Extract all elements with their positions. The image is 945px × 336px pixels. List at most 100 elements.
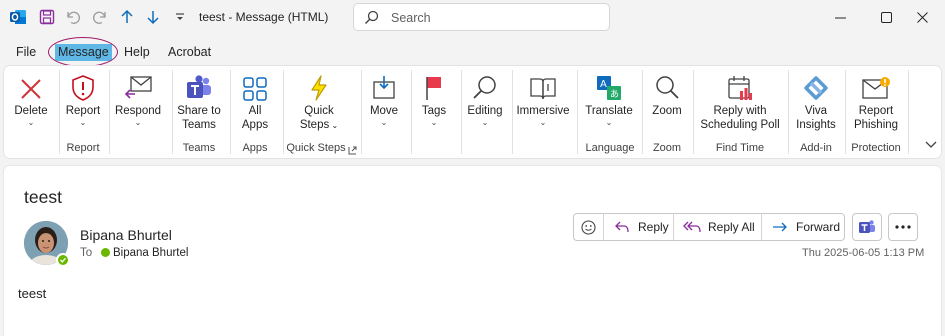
translate-button[interactable]: Aあ Translate ⌄ [584, 72, 634, 128]
report-label: Report [65, 105, 101, 117]
report-phishing-button[interactable]: Report Phishing [850, 72, 902, 132]
share-to-teams-button[interactable]: Share to Teams [174, 72, 224, 132]
share-teams-label-2: Teams [182, 119, 216, 131]
zoom-label: Zoom [652, 105, 682, 117]
editing-label: Editing [467, 105, 503, 117]
report-button[interactable]: Report ⌄ [62, 72, 104, 128]
teams-chat-button[interactable] [852, 213, 882, 241]
group-label-quick-steps: Quick Steps [286, 142, 346, 154]
close-button[interactable] [899, 0, 945, 34]
apps-grid-icon [234, 72, 276, 102]
svg-text:あ: あ [610, 89, 619, 100]
emoji-reaction-button[interactable] [574, 214, 604, 240]
undo-icon[interactable] [63, 7, 83, 27]
menu-acrobat[interactable]: Acrobat [168, 45, 211, 59]
respond-label: Respond [114, 105, 162, 117]
group-label-language: Language [585, 142, 635, 154]
menu-file[interactable]: File [16, 45, 36, 59]
report-phish-label-1: Report [858, 105, 894, 117]
reply-sched-label-2: Scheduling Poll [700, 119, 780, 131]
window-title: teest - Message (HTML) [199, 10, 329, 24]
translate-icon: Aあ [584, 72, 634, 102]
magnifier-icon [464, 72, 506, 102]
emoji-icon [581, 219, 596, 235]
report-phish-label-2: Phishing [853, 119, 899, 131]
dialog-launcher-icon[interactable] [348, 144, 357, 158]
report-phishing-icon [850, 72, 902, 102]
forward-label: Forward [796, 220, 841, 234]
move-button[interactable]: Move ⌄ [364, 72, 404, 128]
shield-alert-icon [62, 72, 104, 102]
all-apps-label-2: Apps [241, 119, 269, 131]
ribbon-expand-chevron-icon[interactable] [925, 138, 937, 152]
zoom-button[interactable]: Zoom [647, 72, 687, 118]
reply-all-icon [683, 221, 701, 233]
maximize-icon [880, 11, 892, 23]
minimize-icon [834, 17, 846, 18]
editing-button[interactable]: Editing ⌄ [464, 72, 506, 128]
group-label-protection: Protection [851, 142, 901, 154]
redo-icon[interactable] [90, 7, 110, 27]
quick-steps-label-1: Quick [304, 105, 334, 117]
forward-icon [773, 222, 787, 232]
save-icon[interactable] [37, 7, 57, 27]
delete-icon [10, 72, 52, 102]
immersive-reader-icon [516, 72, 570, 102]
reply-all-button[interactable]: Reply All [674, 214, 762, 240]
tags-button[interactable]: Tags ⌄ [414, 72, 454, 128]
all-apps-button[interactable]: All Apps [234, 72, 276, 132]
recipient-name[interactable]: Bipana Bhurtel [113, 247, 188, 259]
svg-text:A: A [600, 79, 607, 90]
viva-label-2: Insights [796, 119, 836, 131]
minimize-button[interactable] [817, 0, 863, 34]
down-arrow-icon[interactable] [143, 7, 163, 27]
tags-label: Tags [421, 105, 447, 117]
sender-name[interactable]: Bipana Bhurtel [80, 227, 172, 243]
message-body: teest [18, 286, 47, 301]
delete-button[interactable]: Delete ⌄ [10, 72, 52, 128]
immersive-label: Immersive [516, 105, 570, 117]
reply-button[interactable]: Reply [604, 214, 674, 240]
zoom-icon [647, 72, 687, 102]
all-apps-label-1: All [248, 105, 262, 117]
message-actions: Reply Reply All Forward [573, 213, 845, 241]
lightning-icon [292, 72, 346, 102]
search-box[interactable]: Search [353, 3, 610, 31]
title-bar: teest - Message (HTML) Search [0, 0, 945, 36]
move-label: Move [369, 105, 399, 117]
group-label-add-in: Add-in [800, 142, 832, 154]
group-label-report: Report [66, 142, 100, 154]
recipient-presence-icon [101, 248, 110, 257]
reply-all-label: Reply All [708, 220, 755, 234]
group-label-find-time: Find Time [715, 142, 765, 154]
quick-steps-button[interactable]: Quick Steps ⌄ [292, 72, 346, 133]
group-label-apps: Apps [242, 142, 268, 154]
reply-label: Reply [638, 220, 669, 234]
outlook-icon [8, 7, 28, 27]
flag-icon [414, 72, 454, 102]
viva-insights-button[interactable]: Viva Insights [793, 72, 839, 132]
reply-with-scheduling-poll-button[interactable]: Reply with Scheduling Poll [698, 72, 782, 132]
up-arrow-icon[interactable] [117, 7, 137, 27]
search-placeholder: Search [391, 11, 431, 25]
delete-label: Delete [14, 105, 48, 117]
ribbon: Delete ⌄ Report ⌄ Report Respond ⌄ Share… [4, 66, 941, 158]
annotation-circle [48, 37, 118, 67]
menu-help[interactable]: Help [124, 45, 150, 59]
teams-icon [859, 220, 875, 233]
group-label-teams: Teams [182, 142, 216, 154]
respond-icon [113, 72, 163, 102]
translate-label: Translate [585, 105, 633, 117]
more-actions-button[interactable] [888, 213, 918, 241]
presence-available-icon [56, 253, 70, 267]
message-subject: teest [24, 187, 62, 207]
teams-icon [174, 72, 224, 102]
immersive-button[interactable]: Immersive ⌄ [516, 72, 570, 128]
menu-bar: File Message Help Acrobat [0, 40, 945, 66]
respond-button[interactable]: Respond ⌄ [113, 72, 163, 128]
message-timestamp: Thu 2025-06-05 1:13 PM [802, 247, 925, 259]
viva-insights-icon [793, 72, 839, 102]
scheduling-poll-icon [698, 72, 782, 102]
customize-icon[interactable] [170, 7, 190, 27]
forward-button[interactable]: Forward [762, 214, 844, 240]
